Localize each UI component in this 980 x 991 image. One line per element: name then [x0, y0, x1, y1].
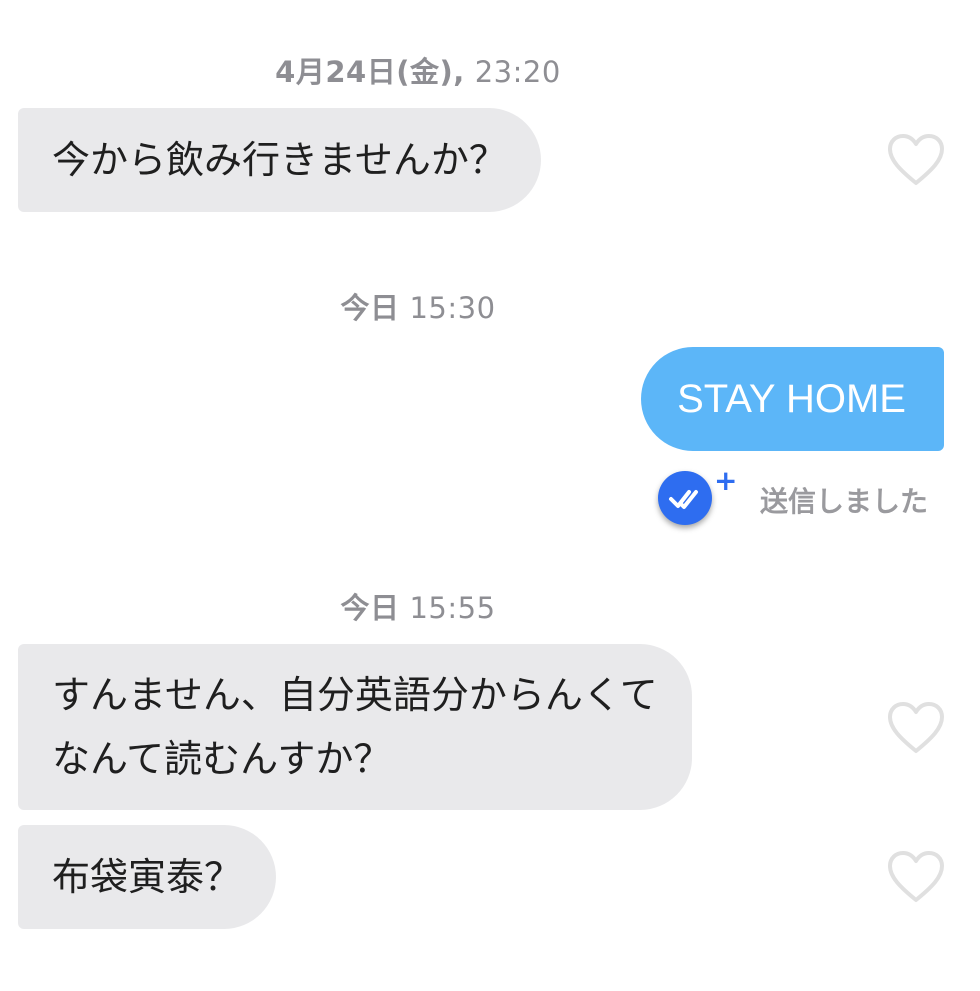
read-receipt: + 送信しました [658, 464, 948, 526]
heart-outline-icon [888, 851, 944, 902]
like-heart-icon[interactable] [886, 849, 946, 905]
double-check-icon[interactable] [658, 471, 712, 525]
incoming-message-bubble[interactable]: すんません、自分英語分からんくて なんて読むんすか？ [18, 644, 692, 810]
message-text-line: なんて読むんすか？ [52, 737, 392, 781]
timestamp-date: 今日 [340, 291, 400, 325]
timestamp-date: 今日 [340, 591, 400, 625]
message-text-line: すんません、自分英語分からんくて [52, 673, 658, 717]
sent-status-label: 送信しました [760, 485, 929, 518]
message-timestamp: 今日 15:55 [0, 585, 836, 627]
heart-outline-icon [888, 702, 944, 753]
like-heart-icon[interactable] [886, 700, 946, 756]
message-text: 布袋寅泰？ [52, 855, 243, 899]
message-text: 今から飲み行きませんか？ [52, 138, 507, 182]
timestamp-time: 15:55 [409, 591, 496, 625]
timestamp-time: 23:20 [474, 55, 561, 89]
incoming-message-bubble[interactable]: 今から飲み行きませんか？ [18, 108, 541, 212]
heart-outline-icon [888, 134, 944, 185]
timestamp-time: 15:30 [409, 291, 496, 325]
message-text: STAY HOME [677, 377, 906, 421]
like-heart-icon[interactable] [886, 132, 946, 188]
incoming-message-bubble[interactable]: 布袋寅泰？ [18, 825, 277, 929]
message-timestamp: 今日 15:30 [0, 285, 836, 327]
timestamp-date: 4月24日(金), [275, 55, 465, 89]
message-timestamp: 4月24日(金), 23:20 [0, 49, 836, 91]
outgoing-message-bubble[interactable]: STAY HOME [641, 347, 944, 451]
plus-icon: + [714, 464, 738, 497]
